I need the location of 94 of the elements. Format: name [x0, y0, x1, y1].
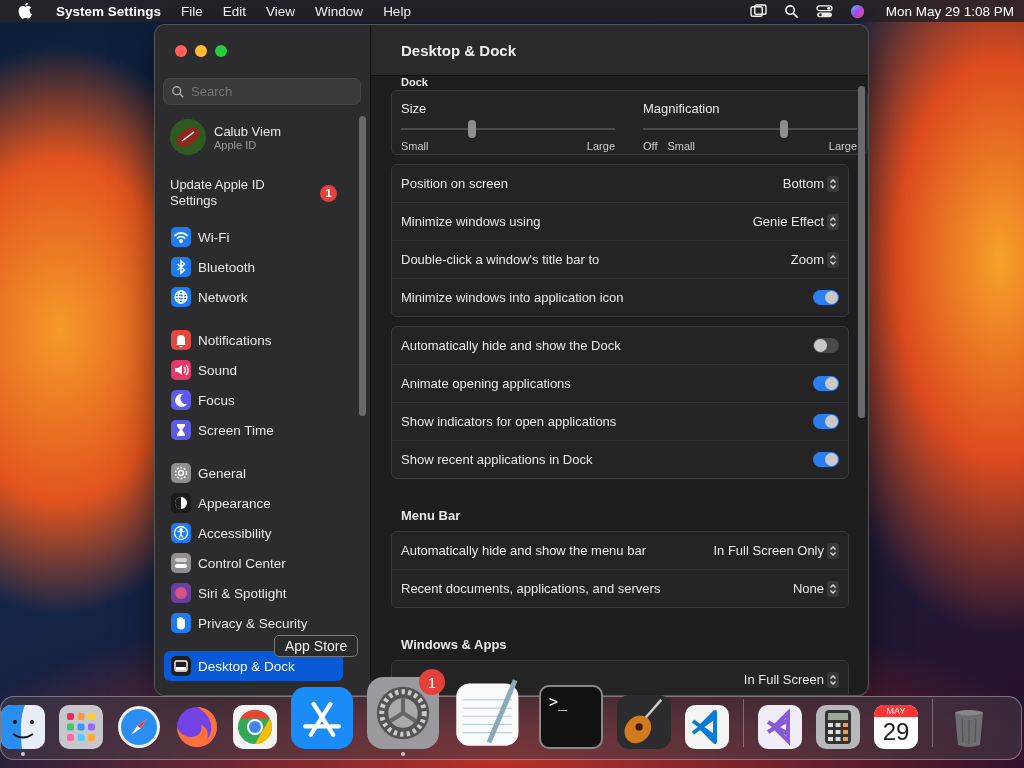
popup-button[interactable]: In Full Screen Only	[713, 543, 824, 558]
sidebar-item[interactable]: Siri & Spotlight	[164, 578, 343, 608]
football-avatar-icon	[170, 119, 206, 155]
search-field[interactable]: Search	[163, 78, 361, 105]
search-icon[interactable]	[782, 3, 800, 19]
clock[interactable]: Mon May 29 1:08 PM	[885, 3, 1014, 19]
scale-label: Small	[401, 140, 429, 152]
sidebar-item[interactable]: Screen Time	[164, 415, 343, 445]
setting-label: Minimize windows into application icon	[401, 290, 624, 305]
scale-label: Off	[643, 140, 658, 152]
setting-label: Show indicators for open applications	[401, 414, 617, 429]
siri-icon[interactable]	[848, 3, 866, 19]
gear-icon[interactable]	[367, 677, 439, 749]
menu-item[interactable]: View	[266, 3, 296, 19]
setting-label: Animate opening applications	[401, 376, 571, 391]
calendar-icon[interactable]: MAY 29	[874, 705, 918, 749]
minimize-button[interactable]	[195, 45, 207, 57]
popup-button[interactable]: Zoom	[790, 252, 824, 267]
menu-item[interactable]: Help	[383, 3, 411, 19]
setting-label: Minimize windows using	[401, 214, 541, 229]
sidebar-item[interactable]: Appearance	[164, 488, 343, 518]
code-editor-icon[interactable]	[685, 705, 729, 749]
setting-label: Show recent applications in Dock	[401, 452, 593, 467]
search-icon	[171, 85, 185, 99]
close-button[interactable]	[175, 45, 187, 57]
guitar-icon[interactable]	[617, 695, 671, 749]
scale-label: Small	[667, 140, 695, 152]
scale-label: Large	[828, 140, 857, 152]
stepper-icon[interactable]	[827, 213, 839, 230]
stepper-icon[interactable]	[827, 542, 839, 559]
toggle-switch[interactable]	[813, 452, 839, 467]
toggle-switch[interactable]	[813, 376, 839, 391]
popup-button[interactable]: In Full Screen	[743, 672, 824, 687]
app-grid-icon[interactable]	[59, 705, 103, 749]
app-name-menu[interactable]: System Settings	[56, 3, 162, 19]
sidebar-item[interactable]: Network	[164, 282, 343, 312]
section-heading: Menu Bar	[401, 508, 462, 523]
stepper-icon[interactable]	[827, 175, 839, 192]
scroll-bar[interactable]	[858, 86, 865, 418]
slider-thumb[interactable]	[780, 120, 789, 138]
sidebar-item[interactable]: General	[164, 458, 343, 488]
section-heading: Windows & Apps	[401, 637, 508, 652]
sidebar-item[interactable]: Control Center	[164, 548, 343, 578]
apple-logo-icon[interactable]	[18, 3, 32, 19]
sidebar-item[interactable]: Accessibility	[164, 518, 343, 548]
popup-button[interactable]: None	[792, 581, 824, 596]
sidebar-item[interactable]: Focus	[164, 385, 343, 415]
sidebar-item[interactable]: Notifications	[164, 325, 343, 355]
section-heading: Dock	[401, 76, 429, 88]
app-store-icon[interactable]	[291, 687, 353, 749]
menu-item[interactable]: File	[181, 3, 203, 19]
setting-label: Double-click a window's title bar to	[401, 252, 600, 267]
sidebar-item[interactable]: Sound	[164, 355, 343, 385]
smiling-face-icon[interactable]	[1, 705, 45, 749]
scale-label: Large	[586, 140, 615, 152]
stepper-icon[interactable]	[827, 580, 839, 597]
update-notice-link[interactable]: Update Apple ID Settings	[170, 177, 290, 209]
menu-item[interactable]: Window	[315, 3, 364, 19]
toggle-switch[interactable]	[813, 290, 839, 305]
window-title: Desktop & Dock	[401, 41, 517, 59]
slider-track[interactable]	[643, 120, 857, 138]
menu-item[interactable]: Edit	[222, 3, 247, 19]
account-item[interactable]: Calub Viem Apple ID	[164, 119, 344, 155]
popup-button[interactable]: Genie Effect	[752, 214, 824, 229]
terminal-icon[interactable]: >_	[539, 685, 603, 749]
sidebar-item[interactable]: Bluetooth	[164, 252, 343, 282]
account-subtitle: Apple ID	[214, 138, 258, 151]
setting-label: Automatically hide and show the menu bar	[401, 543, 646, 558]
stepper-icon[interactable]	[827, 251, 839, 268]
scroll-bar[interactable]	[359, 116, 366, 416]
setting-label: Automatically hide and show the Dock	[401, 338, 621, 353]
control-center-icon[interactable]	[815, 3, 833, 19]
sidebar-item[interactable]: Wi-Fi	[164, 222, 343, 252]
fox-globe-icon[interactable]	[175, 705, 219, 749]
slider-thumb[interactable]	[467, 120, 476, 138]
slider-label: Magnification	[643, 101, 721, 116]
zoom-button[interactable]	[215, 45, 227, 57]
ide-icon[interactable]	[758, 705, 802, 749]
toggle-switch[interactable]	[813, 338, 839, 353]
slider-track[interactable]	[401, 120, 615, 138]
setting-label: Position on screen	[401, 176, 508, 191]
setting-label: Recent documents, applications, and servers	[401, 581, 661, 596]
browser-logo-icon[interactable]	[233, 705, 277, 749]
slider-label: Size	[401, 101, 428, 116]
stepper-icon[interactable]	[827, 671, 839, 688]
screen-mirroring-icon[interactable]	[749, 3, 767, 19]
toggle-switch[interactable]	[813, 414, 839, 429]
notification-badge: 1	[320, 184, 337, 202]
compass-icon[interactable]	[117, 705, 161, 749]
popup-button[interactable]: Bottom	[782, 176, 824, 191]
sidebar-item[interactable]: Privacy & Security	[164, 608, 343, 638]
tooltip: App Store	[274, 635, 359, 657]
account-name: Calub Viem	[214, 123, 281, 139]
calculator-icon[interactable]	[816, 705, 860, 749]
